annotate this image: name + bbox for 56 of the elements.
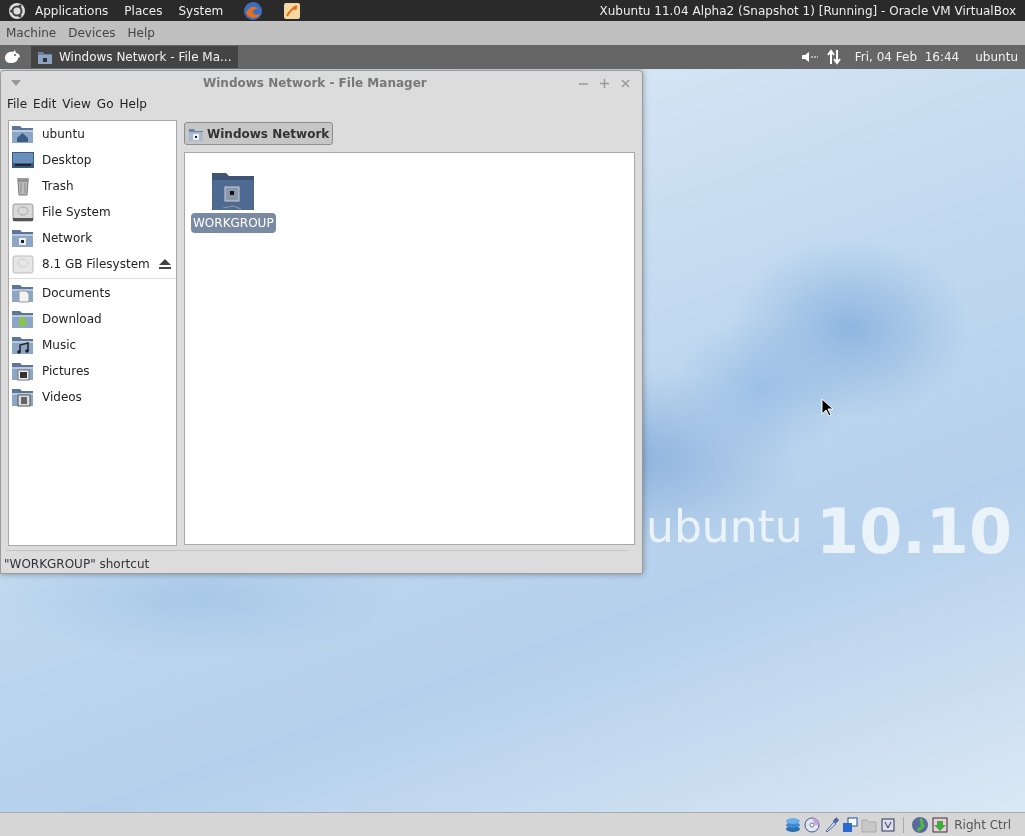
file-label[interactable]: WORKGROUP	[191, 213, 276, 233]
sidebar-item[interactable]: Pictures	[9, 358, 176, 384]
wallpaper-text: ubuntu	[646, 505, 803, 549]
pictures-folder-icon	[11, 360, 35, 382]
download-folder-icon	[11, 308, 35, 330]
window-title: Xubuntu 11.04 Alpha2 (Snapshot 1) [Running] - Oracle VM VirtualBox	[599, 2, 1016, 20]
browser-icon[interactable]	[243, 0, 264, 21]
host-key-label: Right Ctrl	[954, 816, 1011, 834]
menu-item[interactable]: Places	[124, 1, 163, 20]
sidebar-item[interactable]: Network	[9, 225, 176, 251]
network-folder-icon	[11, 227, 35, 249]
menu-item[interactable]: System	[178, 1, 224, 20]
network-folder-icon	[188, 126, 204, 141]
menu-item[interactable]: View	[62, 95, 91, 113]
hard-drive-icon	[11, 201, 35, 223]
path-button[interactable]: Windows Network	[184, 122, 334, 145]
menu-item[interactable]: File	[7, 95, 28, 113]
desktop-icon	[11, 149, 35, 171]
sidebar-item[interactable]: Videos	[9, 384, 176, 410]
sidebar-item[interactable]: Download	[9, 306, 176, 332]
sidebar-item[interactable]: Documents	[9, 280, 176, 306]
menu-item[interactable]: Help	[119, 95, 147, 113]
videos-folder-icon	[11, 386, 35, 408]
sidebar-item[interactable]: ubuntu	[9, 121, 176, 147]
menu-item[interactable]: Devices	[68, 24, 116, 42]
documents-folder-icon	[11, 282, 35, 304]
menu-item[interactable]: Edit	[33, 95, 57, 113]
virtualization-chip-icon[interactable]	[880, 816, 897, 833]
drive-icon	[11, 253, 35, 275]
mouse-cursor-icon	[821, 398, 833, 417]
home-folder-icon	[11, 123, 35, 145]
status-text: "WORKGROUP" shortcut	[4, 556, 151, 573]
menu-item[interactable]: Help	[127, 24, 155, 42]
usb-icon[interactable]	[823, 816, 840, 833]
window-title: Windows Network - File Manager	[203, 75, 427, 92]
keyboard-capture-icon[interactable]	[932, 816, 949, 833]
menu-item[interactable]: Applications	[35, 1, 109, 20]
network-arrows-icon[interactable]	[825, 49, 842, 65]
taskbar-button[interactable]: Windows Network - File Ma...	[31, 46, 238, 68]
menu-item[interactable]: Machine	[6, 24, 57, 42]
sidebar-item[interactable]: File System	[9, 199, 176, 225]
folder-icon	[37, 50, 53, 64]
hard-disk-icon[interactable]	[785, 816, 802, 833]
eject-icon[interactable]	[159, 259, 171, 269]
sidebar-item[interactable]: Trash	[9, 173, 176, 199]
sidebar-item[interactable]: 8.1 GB Filesystem	[9, 251, 176, 277]
network-adapter-icon[interactable]	[842, 816, 859, 833]
sidebar-item[interactable]: Desktop	[9, 147, 176, 173]
volume-icon[interactable]	[800, 51, 819, 63]
music-folder-icon	[11, 334, 35, 356]
clock[interactable]: Fri, 04 Feb 16:44	[854, 48, 960, 66]
ubuntu-logo-icon[interactable]	[8, 1, 26, 20]
sidebar-item[interactable]: Music	[9, 332, 176, 358]
user-name[interactable]: ubuntu	[975, 48, 1018, 66]
menu-item[interactable]: Go	[96, 95, 114, 113]
optical-disc-icon[interactable]	[804, 816, 821, 833]
